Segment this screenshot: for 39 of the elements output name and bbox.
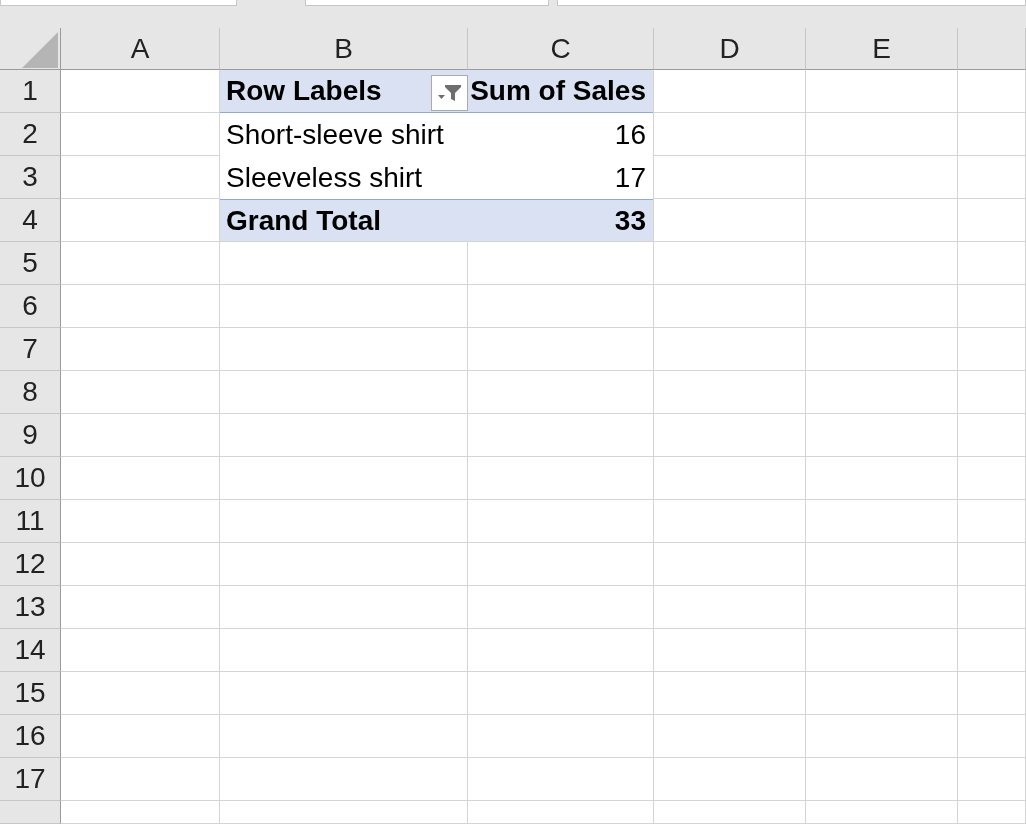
total-label: Grand Total bbox=[226, 206, 382, 235]
row-header[interactable]: 16 bbox=[0, 715, 61, 758]
item-label: Sleeveless shirt bbox=[226, 163, 423, 192]
name-box-field[interactable] bbox=[0, 0, 237, 6]
row-header[interactable] bbox=[0, 801, 61, 824]
triangle-icon bbox=[22, 32, 58, 68]
column-header[interactable]: D bbox=[654, 28, 806, 70]
row-header[interactable]: 6 bbox=[0, 285, 61, 328]
row-header[interactable]: 12 bbox=[0, 543, 61, 586]
row-header[interactable]: 17 bbox=[0, 758, 61, 801]
column-header[interactable] bbox=[958, 28, 1026, 70]
row-header[interactable]: 2 bbox=[0, 113, 61, 156]
funnel-icon bbox=[437, 83, 462, 102]
row-header[interactable]: 15 bbox=[0, 672, 61, 715]
row-header[interactable]: 11 bbox=[0, 500, 61, 543]
row-header[interactable]: 9 bbox=[0, 414, 61, 457]
column-header[interactable]: E bbox=[806, 28, 958, 70]
column-header[interactable]: A bbox=[61, 28, 220, 70]
row-header[interactable]: 1 bbox=[0, 70, 61, 113]
row-header[interactable]: 7 bbox=[0, 328, 61, 371]
row-header[interactable]: 14 bbox=[0, 629, 61, 672]
row-header[interactable]: 13 bbox=[0, 586, 61, 629]
column-header[interactable]: C bbox=[468, 28, 654, 70]
row-header[interactable]: 5 bbox=[0, 242, 61, 285]
sales-value: 16 bbox=[614, 120, 646, 149]
row-header[interactable]: 3 bbox=[0, 156, 61, 199]
input-field[interactable] bbox=[305, 0, 549, 6]
column-heading: Row Labels bbox=[226, 77, 382, 105]
column-heading: Sum of Sales bbox=[470, 77, 646, 105]
filter-button[interactable] bbox=[431, 74, 468, 111]
row-header[interactable]: 4 bbox=[0, 199, 61, 242]
formula-bar-field[interactable] bbox=[557, 0, 1026, 6]
sales-value: 17 bbox=[614, 163, 646, 192]
column-header[interactable]: B bbox=[220, 28, 468, 70]
total-value: 33 bbox=[614, 206, 646, 235]
row-header[interactable]: 10 bbox=[0, 457, 61, 500]
select-all-button[interactable] bbox=[0, 28, 61, 70]
row-header[interactable]: 8 bbox=[0, 371, 61, 414]
item-label: Short-sleeve shirt bbox=[226, 120, 444, 149]
